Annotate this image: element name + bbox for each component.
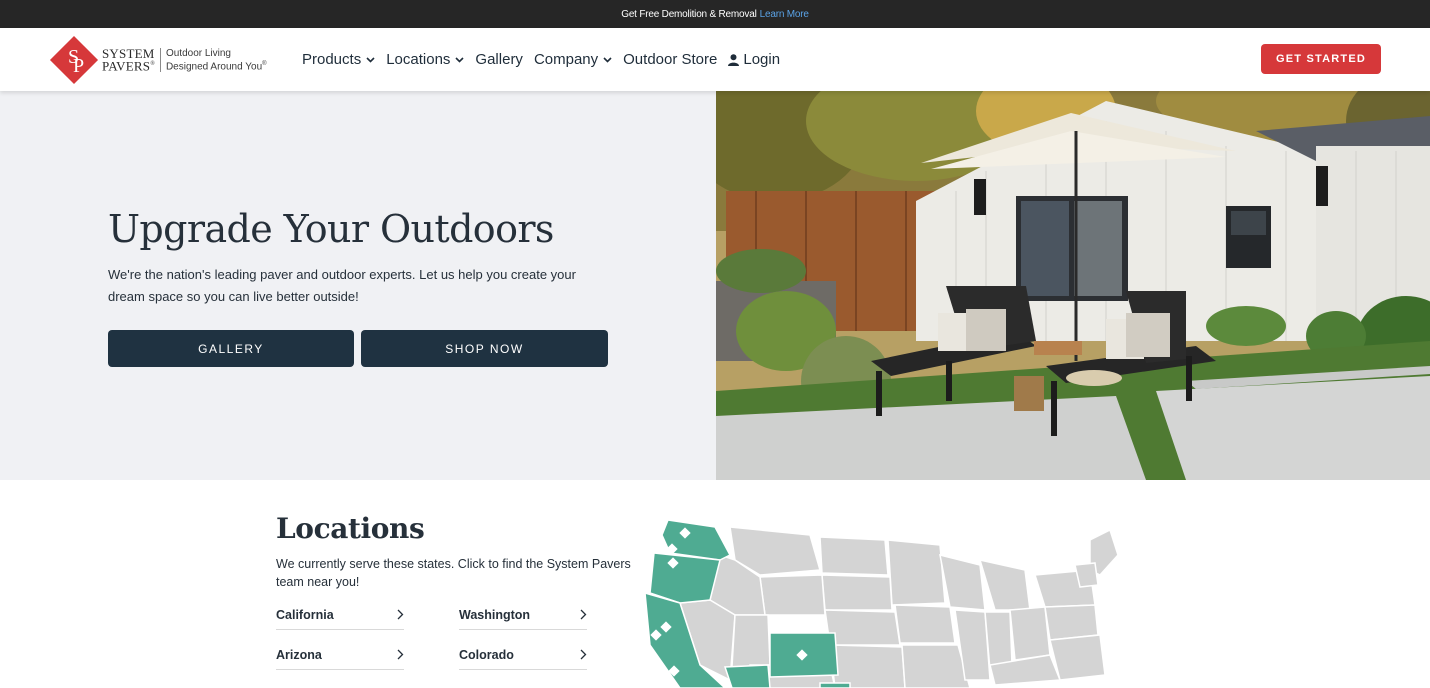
logo-tagline-2: Designed Around You <box>165 61 263 73</box>
hero-image <box>716 91 1430 480</box>
logo-registered-mark: ® <box>150 61 155 68</box>
map-state-wisconsin <box>939 553 986 611</box>
nav-company-label: Company <box>533 51 599 68</box>
shop-now-button[interactable]: SHOP NOW <box>361 330 608 367</box>
site-header: S P SYSTEM PAVERS® Outdoor Living Design… <box>0 28 1430 91</box>
map-state-ohio <box>1009 606 1051 661</box>
nav-products-label: Products <box>302 51 362 68</box>
logo-tagline-1: Outdoor Living <box>165 47 231 59</box>
logo[interactable]: S P SYSTEM PAVERS® Outdoor Living Design… <box>48 34 267 86</box>
chevron-down-icon <box>603 55 612 65</box>
location-link-arizona[interactable]: Arizona <box>276 641 404 670</box>
logo-diamond-icon: S P <box>48 34 100 86</box>
location-label-colorado: Colorado <box>459 648 514 662</box>
get-started-button[interactable]: GET STARTED <box>1261 44 1381 74</box>
main-nav: Products Locations Gallery Company Outdo… <box>302 28 791 91</box>
map-state-north-dakota <box>819 536 889 576</box>
map-state-wyoming <box>759 574 826 616</box>
nav-gallery[interactable]: Gallery <box>475 51 523 68</box>
map-state-kansas <box>829 644 906 688</box>
nav-outdoor-store[interactable]: Outdoor Store <box>623 51 717 68</box>
locations-subtitle: We currently serve these states. Click t… <box>276 557 631 589</box>
us-states-map[interactable] <box>640 515 1120 688</box>
map-state-new-mexico-region <box>819 682 851 688</box>
svg-text:P: P <box>73 55 84 77</box>
map-state-vermont <box>1074 562 1099 588</box>
nav-login[interactable]: Login <box>728 51 780 68</box>
chevron-right-icon <box>397 648 404 663</box>
logo-wordmark: SYSTEM PAVERS® <box>102 47 155 74</box>
nav-gallery-label: Gallery <box>475 51 523 68</box>
chevron-right-icon <box>397 608 404 623</box>
hero-title: Upgrade Your Outdoors <box>108 207 554 251</box>
map-state-oregon <box>649 552 721 604</box>
map-state-pennsylvania <box>1044 604 1099 641</box>
logo-tagline-mark: ® <box>262 60 267 67</box>
map-state-virginia <box>1049 634 1106 681</box>
map-state-arizona <box>723 664 771 688</box>
announcement-bar: Get Free Demolition & Removal Learn More <box>0 0 1430 28</box>
map-state-iowa <box>894 604 956 644</box>
logo-word-pavers: PAVERS <box>102 58 151 74</box>
map-state-michigan <box>978 558 1031 611</box>
chevron-right-icon <box>580 608 587 623</box>
chevron-right-icon <box>580 648 587 663</box>
hero-panel: Upgrade Your Outdoors We're the nation's… <box>0 91 716 480</box>
nav-locations[interactable]: Locations <box>386 51 464 68</box>
map-state-nebraska <box>824 609 901 646</box>
location-link-colorado[interactable]: Colorado <box>459 641 587 670</box>
location-link-washington[interactable]: Washington <box>459 601 587 630</box>
locations-title: Locations <box>276 512 425 545</box>
announcement-text: Get Free Demolition & Removal <box>621 8 757 20</box>
location-link-california[interactable]: California <box>276 601 404 630</box>
chevron-down-icon <box>366 55 375 65</box>
nav-outdoor-store-label: Outdoor Store <box>623 51 718 68</box>
map-state-missouri <box>901 644 971 688</box>
map-state-utah <box>731 614 771 668</box>
nav-products[interactable]: Products <box>302 51 375 68</box>
nav-login-label: Login <box>743 51 781 68</box>
learn-more-link[interactable]: Learn More <box>760 9 809 20</box>
map-state-minnesota <box>887 539 946 606</box>
logo-tagline: Outdoor Living Designed Around You® <box>166 48 267 72</box>
gallery-button[interactable]: GALLERY <box>108 330 354 367</box>
nav-company[interactable]: Company <box>534 51 612 68</box>
location-label-arizona: Arizona <box>276 648 322 662</box>
location-label-california: California <box>276 608 334 622</box>
nav-locations-label: Locations <box>386 51 451 68</box>
chevron-down-icon <box>455 55 464 65</box>
map-state-south-dakota <box>821 574 893 611</box>
hero-subtitle: We're the nation's leading paver and out… <box>108 267 576 304</box>
logo-divider <box>159 48 161 72</box>
user-icon <box>728 53 740 66</box>
location-label-washington: Washington <box>459 608 531 622</box>
